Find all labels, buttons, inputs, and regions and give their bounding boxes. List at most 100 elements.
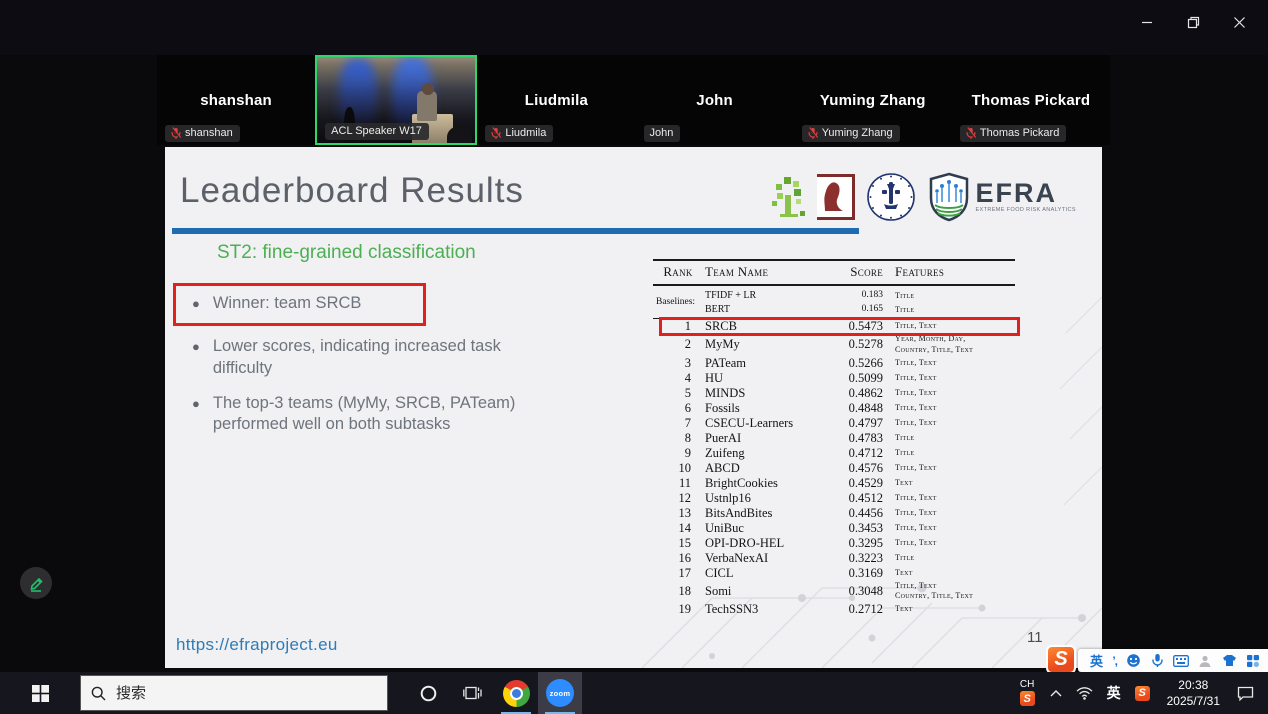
participant-tile-yuming-zhang[interactable]: Yuming ZhangYuming Zhang [794, 55, 952, 145]
cell-team: UniBuc [703, 521, 821, 536]
cell-score: 0.3295 [821, 536, 883, 551]
feature-line: Title, Text [895, 403, 1015, 414]
cell-features: Title, Text [883, 463, 1015, 474]
cell-rank: 7 [653, 416, 703, 431]
sogou-logo-icon[interactable]: S [1046, 645, 1076, 674]
cell-rank: 18 [653, 584, 703, 599]
speaker-body [417, 91, 438, 120]
baseline-features: Title [883, 291, 1015, 300]
zoom-taskbar-button[interactable]: zoom [538, 672, 582, 714]
cell-score: 0.4456 [821, 506, 883, 521]
feature-line: Title, Text [895, 388, 1015, 399]
tray-overflow-chevron[interactable] [1043, 672, 1069, 714]
cell-team: Zuifeng [703, 446, 821, 461]
cell-team: CICL [703, 566, 821, 581]
baseline-row: BERT0.165Title [703, 302, 1015, 316]
participant-name: Liudmila [525, 92, 588, 109]
table-row-rank-5: 5MINDS0.4862Title, Text [653, 386, 1015, 401]
taskbar-clock[interactable]: 20:38 2025/7/31 [1157, 677, 1230, 709]
tray-time: 20:38 [1178, 677, 1208, 693]
participant-tile-thomas-pickard[interactable]: Thomas PickardThomas Pickard [952, 55, 1110, 145]
participant-tile-shanshan[interactable]: shanshanshanshan [157, 55, 315, 145]
title-underline-rule [172, 228, 859, 234]
cell-team: SRCB [703, 319, 821, 334]
cortana-button[interactable] [406, 672, 450, 714]
feature-line: Title, Text [895, 463, 1015, 474]
cell-rank: 1 [653, 319, 703, 334]
annotate-button[interactable] [20, 567, 52, 599]
bullet-list: ●Winner: team SRCB●Lower scores, indicat… [173, 283, 603, 449]
participant-tile-liudmila[interactable]: Liudmila Liudmila [477, 55, 635, 145]
sogou-tray-icon-2[interactable]: S [1128, 672, 1157, 714]
feature-line: Title [895, 553, 1015, 564]
cell-team: PuerAI [703, 431, 821, 446]
window-titlebar [0, 0, 1268, 55]
cell-rank: 4 [653, 371, 703, 386]
speaker-head [422, 83, 435, 95]
task-view-icon [463, 685, 482, 701]
cell-rank: 5 [653, 386, 703, 401]
cell-rank: 9 [653, 446, 703, 461]
cell-features: Title [883, 448, 1015, 459]
search-input[interactable] [116, 685, 346, 702]
action-center-button[interactable] [1230, 672, 1268, 714]
cell-team: MyMy [703, 337, 821, 352]
chrome-taskbar-button[interactable] [494, 672, 538, 714]
efra-logo: EFRA EXTREME FOOD RISK ANALYTICS [927, 172, 1076, 222]
cell-rank: 12 [653, 491, 703, 506]
participant-label-text: John [650, 127, 674, 139]
cell-features: Text [883, 604, 1015, 615]
close-button[interactable] [1216, 6, 1262, 38]
cell-rank: 11 [653, 476, 703, 491]
minimize-button[interactable] [1124, 6, 1170, 38]
window-controls [1124, 6, 1262, 38]
sogou-emoji-button[interactable] [1126, 649, 1141, 672]
start-button[interactable] [0, 672, 80, 714]
sogou-voice-button[interactable] [1151, 649, 1164, 672]
cell-rank: 6 [653, 401, 703, 416]
windows-logo-icon [32, 685, 49, 702]
sogou-account-button[interactable] [1198, 649, 1212, 672]
cell-rank: 2 [653, 337, 703, 352]
participant-label: Yuming Zhang [802, 125, 900, 142]
sogou-keyboard-button[interactable] [1173, 649, 1189, 672]
participant-name: John [696, 92, 733, 109]
participant-label-text: Liudmila [505, 127, 546, 139]
cell-team: OPI-DRO-HEL [703, 536, 821, 551]
participant-label: Liudmila [485, 125, 553, 142]
sogou-skin-button[interactable] [1222, 649, 1237, 672]
table-row-rank-14: 14UniBuc0.3453Title, Text [653, 521, 1015, 536]
participant-label: Thomas Pickard [960, 125, 1066, 142]
wifi-icon[interactable] [1069, 672, 1100, 714]
sogou-punctuation-toggle[interactable]: ’, [1112, 649, 1117, 672]
stockholm-university-logo-icon [866, 172, 916, 222]
cell-features: Text [883, 478, 1015, 489]
shared-slide: Leaderboard Results [165, 147, 1102, 668]
feature-line: Title, Text [895, 358, 1015, 369]
cell-features: Title, Text [883, 538, 1015, 549]
cell-score: 0.4712 [821, 446, 883, 461]
sogou-toolbox-button[interactable] [1246, 649, 1260, 672]
feature-line: Title, Text [895, 321, 1015, 332]
participant-strip: shanshanshanshanACL Speaker W17LiudmilaL… [157, 55, 1110, 145]
ime-indicator[interactable]: CH S [1012, 680, 1043, 706]
restore-button[interactable] [1170, 6, 1216, 38]
cell-features: Title, Text [883, 388, 1015, 399]
task-view-button[interactable] [450, 672, 494, 714]
feature-line: Title, Text [895, 508, 1015, 519]
screen: { "participants": [ { "name": "shanshan"… [0, 0, 1268, 714]
cell-features: Year, Month, Day,Country, Title, Text [883, 334, 1015, 356]
cell-team: PATeam [703, 356, 821, 371]
cell-rank: 16 [653, 551, 703, 566]
participant-tile-john[interactable]: John John [636, 55, 794, 145]
feature-line: Title, Text [895, 581, 1015, 592]
zoom-icon: zoom [546, 679, 574, 707]
bullet-text: Lower scores, indicating increased task … [213, 336, 558, 380]
tray-language-label[interactable]: 英 [1100, 672, 1128, 714]
participant-tile-acl-speaker-w17[interactable]: ACL Speaker W17 [315, 55, 477, 145]
baseline-row: TFIDF + LR0.183Title [703, 288, 1015, 302]
taskbar-search[interactable] [80, 675, 388, 711]
cell-team: TechSSN3 [703, 602, 821, 617]
sogou-language-toggle[interactable]: 英 [1090, 649, 1103, 672]
table-row-rank-12: 12Ustnlp160.4512Title, Text [653, 491, 1015, 506]
